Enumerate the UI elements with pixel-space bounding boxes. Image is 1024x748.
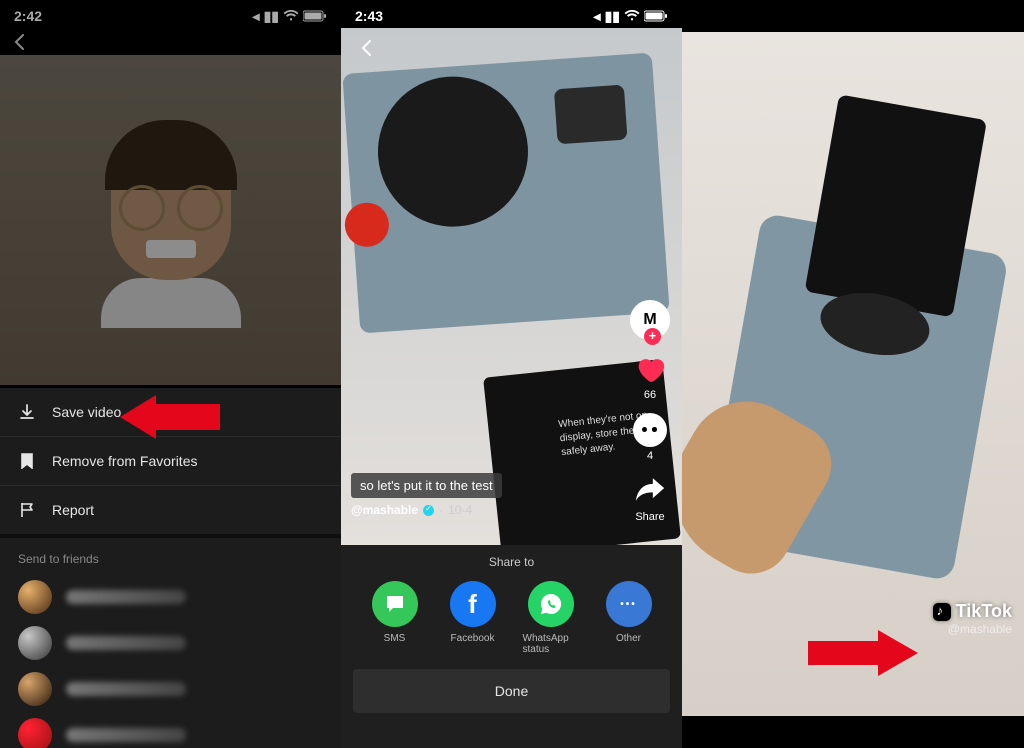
- sms-label: SMS: [384, 633, 406, 644]
- follow-plus-icon[interactable]: +: [644, 328, 661, 345]
- share-facebook[interactable]: f Facebook: [445, 581, 501, 655]
- annotation-arrow-2: [808, 630, 918, 676]
- tiktok-note-icon: [933, 603, 951, 621]
- status-right: ◂ ▮▮: [594, 8, 668, 25]
- author-handle: @mashable: [351, 503, 418, 517]
- status-time: 2:42: [14, 8, 42, 24]
- profile-avatar: M+: [630, 300, 670, 340]
- back-button[interactable]: [10, 32, 341, 57]
- status-time: 2:43: [355, 8, 383, 24]
- post-date: 10-4: [448, 503, 472, 517]
- watermark-handle: @mashable: [933, 622, 1012, 636]
- person-face: [91, 120, 251, 320]
- back-button-2[interactable]: [357, 38, 377, 63]
- letterbox-top: [682, 0, 1024, 32]
- share-other[interactable]: ••• Other: [601, 581, 657, 655]
- like-count: 66: [644, 389, 656, 401]
- share-label: Share: [635, 511, 664, 523]
- video-caption: so let's put it to the test: [351, 473, 502, 498]
- share-apps-row: SMS f Facebook WhatsApp status ••• Other: [341, 573, 682, 669]
- camera-prop: [342, 53, 669, 334]
- wifi-icon: [624, 10, 640, 22]
- verified-icon: [423, 505, 434, 516]
- share-button[interactable]: Share: [633, 474, 667, 523]
- saved-video-frame: TikTok @mashable: [682, 32, 1024, 716]
- other-icon: •••: [606, 581, 652, 627]
- annotation-arrow: [120, 395, 220, 439]
- location-icon: ◂: [253, 8, 260, 25]
- video-preview: [0, 55, 341, 385]
- remove-favorites-label: Remove from Favorites: [52, 453, 197, 469]
- flag-icon: [18, 502, 36, 518]
- friend-item[interactable]: [0, 574, 341, 620]
- friend-item[interactable]: [0, 666, 341, 712]
- facebook-icon: f: [450, 581, 496, 627]
- bookmark-icon: [18, 453, 36, 469]
- whatsapp-icon: [528, 581, 574, 627]
- status-bar: 2:42 ◂ ▮▮: [0, 0, 341, 28]
- share-sms[interactable]: SMS: [367, 581, 423, 655]
- share-to-header: Share to: [341, 545, 682, 573]
- battery-icon: [644, 10, 668, 22]
- panel-share-sheet: 2:43 ◂ ▮▮ When they're not on display, s…: [341, 0, 682, 748]
- done-button[interactable]: Done: [353, 669, 670, 713]
- remove-favorites-button[interactable]: Remove from Favorites: [0, 437, 341, 486]
- whatsapp-label: WhatsApp status: [523, 633, 579, 655]
- report-label: Report: [52, 502, 94, 518]
- letterbox-bottom: [682, 716, 1024, 748]
- comment-icon: [633, 413, 667, 447]
- panel-saved-video: TikTok @mashable: [682, 0, 1024, 748]
- sms-icon: [372, 581, 418, 627]
- tiktok-brand: TikTok: [956, 601, 1012, 622]
- video-author-row[interactable]: @mashable · 10-4: [351, 503, 472, 517]
- like-button[interactable]: 66: [633, 352, 667, 401]
- heart-icon: [633, 352, 667, 386]
- video-sidebar: M+ 66 4 Share: [624, 300, 676, 523]
- status-bar: 2:43 ◂ ▮▮: [341, 0, 682, 28]
- friend-item[interactable]: [0, 712, 341, 748]
- share-sheet: Share to SMS f Facebook WhatsApp status •…: [341, 545, 682, 748]
- share-icon: [633, 474, 667, 508]
- options-sheet: Save video Remove from Favorites Report …: [0, 388, 341, 748]
- friend-item[interactable]: [0, 620, 341, 666]
- profile-button[interactable]: M+: [630, 300, 670, 340]
- send-to-friends-header: Send to friends: [0, 538, 341, 574]
- tiktok-logo: TikTok: [933, 601, 1012, 622]
- done-label: Done: [495, 683, 528, 699]
- other-label: Other: [616, 633, 641, 644]
- comment-button[interactable]: 4: [633, 413, 667, 462]
- status-right: ◂ ▮▮: [253, 8, 327, 25]
- panel-options-menu: 2:42 ◂ ▮▮ Save video: [0, 0, 341, 748]
- signal-icon: ▮▮: [264, 8, 279, 25]
- share-whatsapp[interactable]: WhatsApp status: [523, 581, 579, 655]
- wifi-icon: [283, 10, 299, 22]
- facebook-label: Facebook: [451, 633, 495, 644]
- save-video-label: Save video: [52, 404, 121, 420]
- battery-icon: [303, 10, 327, 22]
- location-icon: ◂: [594, 8, 601, 25]
- comment-count: 4: [647, 450, 653, 462]
- tiktok-watermark: TikTok @mashable: [933, 601, 1012, 636]
- device-prop: [705, 213, 1009, 581]
- report-button[interactable]: Report: [0, 486, 341, 538]
- signal-icon: ▮▮: [605, 8, 620, 25]
- download-icon: [18, 404, 36, 420]
